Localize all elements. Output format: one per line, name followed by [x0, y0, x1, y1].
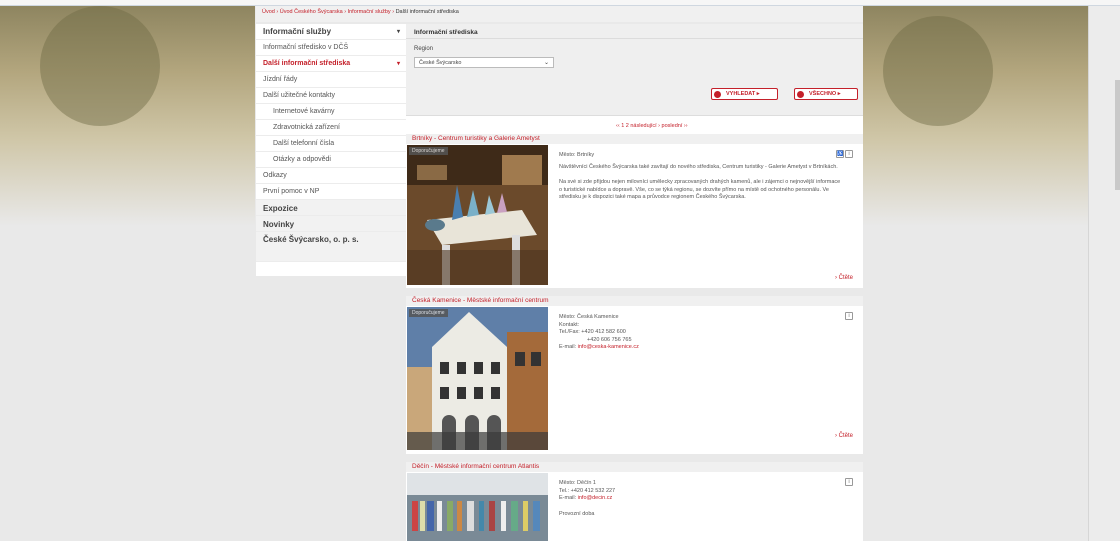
breadcrumb: Úvod › Úvod Českého Švýcarska › Informač… — [256, 6, 863, 22]
card-title-link[interactable]: Česká Kamenice - Městské informační cent… — [406, 296, 863, 306]
sidebar-item-label: Další informační střediska — [263, 60, 351, 67]
panel-title: Informační střediska — [414, 29, 478, 36]
sidebar-item-dalsi-uzitecne-kontakty[interactable]: Další užitečné kontakty — [256, 88, 406, 104]
background-image-right — [863, 6, 1088, 226]
sidebar-item-label: Jízdní řády — [263, 76, 298, 83]
card-text: Návštěvníci Českého Švýcarska také zavít… — [559, 163, 838, 170]
chevron-down-icon: ▾ — [396, 29, 400, 35]
sidebar-item-label: Novinky — [263, 220, 295, 229]
info-icon: i — [845, 478, 853, 486]
sidebar-item-jizdni-rady[interactable]: Jízdní řády — [256, 72, 406, 88]
sidebar-item-internetove-kavarny[interactable]: Internetové kavárny — [256, 104, 406, 120]
sidebar-item-odkazy[interactable]: Odkazy — [256, 168, 406, 184]
sidebar-item-label: České Švýcarsko, o. p. s. — [263, 235, 359, 244]
sidebar-item-label: Internetové kavárny — [273, 108, 335, 115]
scrollbar-thumb[interactable] — [1115, 80, 1120, 190]
email-label: E-mail: — [559, 495, 578, 501]
photo-library[interactable] — [407, 473, 548, 541]
sidebar-item-prvni-pomoc[interactable]: První pomoc v NP — [256, 184, 406, 200]
card-title-link[interactable]: Brtníky - Centrum turistiky a Galerie Am… — [406, 134, 863, 144]
card-email: E-mail: info@decin.cz — [559, 495, 844, 503]
region-select-value: České Švýcarsko — [419, 60, 462, 66]
sidebar-item-ceske-svycarsko-ops[interactable]: České Švýcarsko, o. p. s. — [256, 232, 406, 262]
card-text: Kontakt: — [559, 321, 580, 328]
region-select[interactable]: České Švýcarsko ⌄ — [414, 57, 554, 68]
list-item: Brtníky - Centrum turistiky a Galerie Am… — [406, 134, 863, 287]
divider — [406, 454, 863, 462]
chevron-down-icon: ⌄ — [543, 60, 549, 66]
main-content: Informační střediska Region České Švýcar… — [406, 24, 863, 541]
recommended-badge: Doporučujeme — [409, 147, 448, 155]
recommended-badge: Doporučujeme — [409, 309, 448, 317]
sidebar-item-novinky[interactable]: Novinky — [256, 216, 406, 232]
email-label: E-mail: — [559, 344, 578, 350]
sidebar-item-label: Informační středisko v DČŠ — [263, 44, 349, 51]
sidebar-item-label: První pomoc v NP — [263, 188, 320, 195]
show-all-button[interactable]: VŠECHNO ▸ — [794, 88, 858, 100]
card-icons: i — [844, 478, 853, 486]
sidebar-item-label: Expozice — [263, 204, 298, 213]
photo-image — [407, 473, 548, 541]
card-info: Město: Brtníky Návštěvníci Českého Švýca… — [559, 152, 844, 206]
region-label: Region — [414, 46, 434, 52]
photo-building[interactable]: Doporučujeme — [407, 307, 548, 450]
card-text: Město: Česká Kamenice — [559, 314, 619, 320]
photo-crystals[interactable]: Doporučujeme — [407, 145, 548, 285]
card-text: Na své si zde přijdou nejen milovníci um… — [559, 179, 841, 200]
background-image-left — [0, 6, 255, 226]
sidebar-item-dalsi-informacni-strediska[interactable]: Další informační střediska ▾ — [256, 56, 406, 72]
sidebar-item-informacni-stredisko-dcs[interactable]: Informační středisko v DČŠ — [256, 40, 406, 56]
list-item: Děčín - Městské informační centrum Atlan… — [406, 462, 863, 541]
sidebar-item-label: Další telefonní čísla — [273, 140, 335, 147]
divider — [406, 288, 863, 296]
read-more-link[interactable]: › Čtěte — [835, 275, 853, 281]
card-place: Město: Brtníky — [559, 152, 595, 158]
chevron-down-icon: ▾ — [396, 61, 400, 67]
email-link[interactable]: info@decin.cz — [578, 495, 613, 501]
photo-image — [407, 307, 548, 450]
photo-image — [407, 145, 548, 285]
sidebar-item-label: Zdravotnická zařízení — [273, 124, 340, 131]
sidebar-item-label: Otázky a odpovědi — [273, 156, 331, 163]
info-icon: i — [845, 312, 853, 320]
sidebar: Informační služby ▾ Informační středisko … — [256, 24, 406, 276]
pagination[interactable]: ‹‹ 1 2 následující › poslední ›› — [616, 123, 688, 129]
breadcrumb-links[interactable]: Úvod › Úvod Českého Švýcarska › Informač… — [262, 9, 396, 15]
sidebar-item-label: Informační služby — [263, 27, 332, 36]
card-title-link[interactable]: Děčín - Městské informační centrum Atlan… — [406, 462, 863, 472]
card-text: Provozní doba — [559, 510, 595, 517]
card-icons: i — [844, 312, 853, 320]
read-more-link[interactable]: › Čtěte — [835, 433, 853, 439]
sidebar-item-dalsi-telefonni-cisla[interactable]: Další telefonní čísla — [256, 136, 406, 152]
list-item: Česká Kamenice - Městské informační cent… — [406, 296, 863, 453]
sidebar-item-expozice[interactable]: Expozice — [256, 200, 406, 216]
search-panel: Informační střediska Region České Švýcar… — [406, 24, 863, 116]
card-text: Tel./Fax: +420 412 582 600 — [559, 329, 626, 335]
card-info: Město: Česká Kamenice Kontakt: Tel./Fax:… — [559, 314, 844, 352]
divider — [406, 38, 863, 39]
scrollbar[interactable] — [1088, 6, 1120, 541]
info-icon: i — [845, 150, 853, 158]
sidebar-item-otazky-a-odpovedi[interactable]: Otázky a odpovědi — [256, 152, 406, 168]
email-link[interactable]: info@ceska-kamenice.cz — [578, 344, 639, 350]
sidebar-item-label: Odkazy — [263, 172, 287, 179]
card-info: Město: Děčín 1 Tel.: +420 412 532 227 E-… — [559, 480, 844, 518]
sidebar-item-zdravotnicka-zarizeni[interactable]: Zdravotnická zařízení — [256, 120, 406, 136]
card-text: Tel.: +420 412 532 227 — [559, 487, 616, 494]
sidebar-item-informacni-sluzby[interactable]: Informační služby ▾ — [256, 24, 406, 40]
card-text: +420 606 756 765 — [587, 336, 632, 343]
sidebar-item-label: Další užitečné kontakty — [263, 92, 335, 99]
breadcrumb-current: Další informační střediska — [395, 9, 459, 15]
card-text: Město: Děčín 1 — [559, 480, 596, 486]
card-email: E-mail: info@ceska-kamenice.cz — [559, 344, 844, 352]
search-button[interactable]: VYHLEDAT ▸ — [711, 88, 778, 100]
